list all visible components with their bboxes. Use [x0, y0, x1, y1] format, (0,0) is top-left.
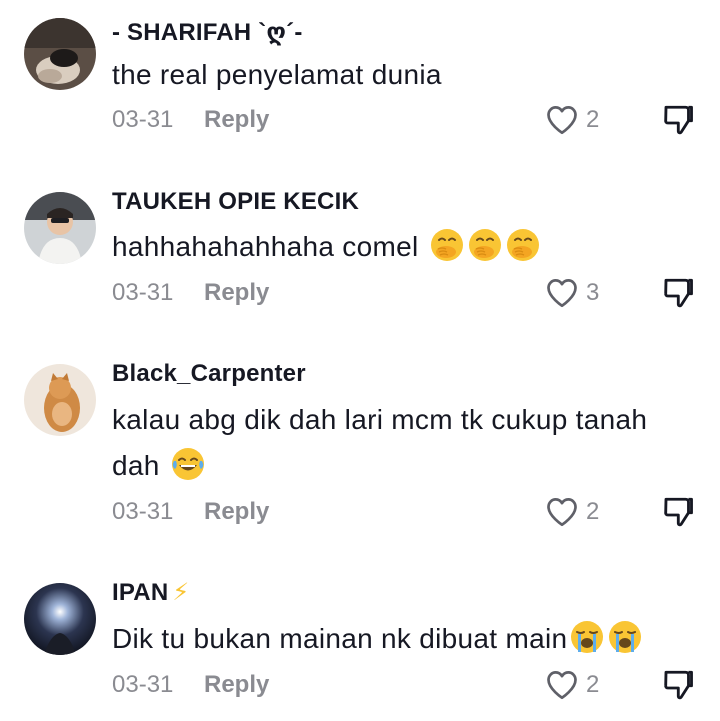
reply-button[interactable]: Reply: [204, 106, 269, 134]
comment-date: 03-31: [112, 498, 174, 525]
face-with-tears-of-joy-emoji: [170, 446, 206, 482]
comment-text: kalau abg dik dah lari mcm tk cukup tana…: [112, 397, 672, 489]
comment-text: hahhahahahhaha comel: [112, 224, 672, 270]
comment-username[interactable]: Black_Carpenter: [112, 360, 306, 388]
avatar[interactable]: [24, 583, 96, 655]
reply-button[interactable]: Reply: [204, 279, 269, 307]
thumbs-down-outline-icon[interactable]: [660, 102, 696, 138]
reply-button[interactable]: Reply: [204, 671, 269, 699]
face-with-hand-over-mouth-emoji: [505, 227, 541, 263]
like-button[interactable]: 2: [544, 102, 599, 138]
like-count: 2: [586, 106, 600, 133]
comment-text: the real penyelamat dunia: [112, 52, 672, 98]
high-voltage-emoji: ⚡: [172, 579, 190, 606]
comment-text: Dik tu bukan mainan nk dibuat main: [112, 616, 672, 662]
thumbs-down-outline-icon[interactable]: [660, 275, 696, 311]
heart-outline-icon: [544, 667, 580, 703]
comment-username-text: IPAN: [112, 579, 169, 606]
avatar[interactable]: [24, 192, 96, 264]
comment-username[interactable]: IPAN ⚡: [112, 578, 189, 607]
heart-outline-icon: [544, 275, 580, 311]
like-count: 2: [586, 498, 600, 525]
comment-meta: 03-31 Reply: [112, 104, 269, 136]
like-count: 3: [586, 279, 600, 306]
like-button[interactable]: 2: [544, 494, 599, 530]
comment-username[interactable]: TAUKEH OPIE KECIK: [112, 188, 359, 216]
loudly-crying-face-emoji: [607, 619, 643, 655]
comment-text-body: the real penyelamat dunia: [112, 59, 442, 90]
like-count: 2: [586, 671, 600, 698]
avatar[interactable]: [24, 364, 96, 436]
comment-meta: 03-31 Reply: [112, 277, 269, 309]
like-button[interactable]: 3: [544, 275, 599, 311]
loudly-crying-face-emoji: [569, 619, 605, 655]
face-with-hand-over-mouth-emoji: [429, 227, 465, 263]
avatar[interactable]: [24, 18, 96, 90]
thumbs-down-outline-icon[interactable]: [660, 667, 696, 703]
comment-date: 03-31: [112, 671, 174, 698]
comment-meta: 03-31 Reply: [112, 496, 269, 528]
comment-meta: 03-31 Reply: [112, 669, 269, 701]
heart-outline-icon: [544, 102, 580, 138]
face-with-hand-over-mouth-emoji: [467, 227, 503, 263]
heart-outline-icon: [544, 494, 580, 530]
thumbs-down-outline-icon[interactable]: [660, 494, 696, 530]
reply-button[interactable]: Reply: [204, 498, 269, 526]
comment-text-body: Dik tu bukan mainan nk dibuat main: [112, 623, 568, 654]
comment-date: 03-31: [112, 279, 174, 306]
comment-username[interactable]: - SHARIFAH `ღ´-: [112, 18, 303, 47]
comment-text-body: hahhahahahhaha comel: [112, 231, 419, 262]
comment-date: 03-31: [112, 106, 174, 133]
like-button[interactable]: 2: [544, 667, 599, 703]
